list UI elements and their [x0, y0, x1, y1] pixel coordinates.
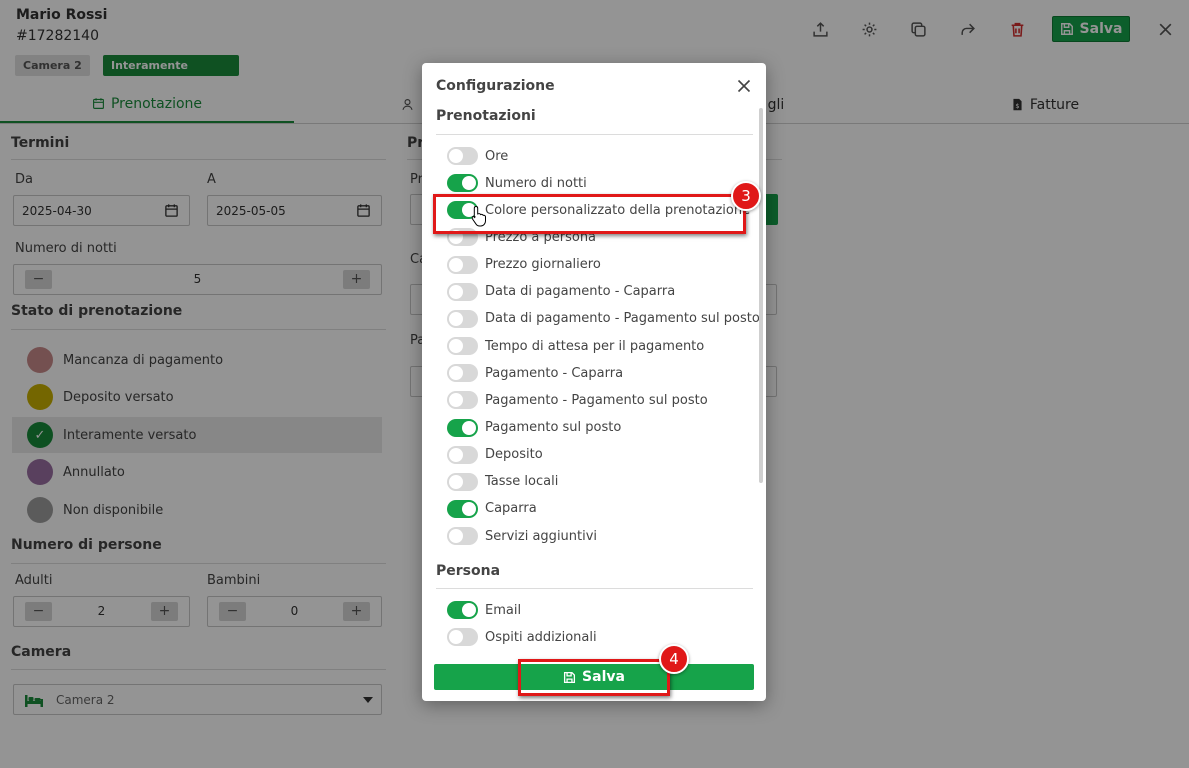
toggle-switch[interactable]	[447, 364, 478, 383]
toggle-switch[interactable]	[447, 472, 478, 491]
toggle-switch[interactable]	[447, 147, 478, 165]
toggle-switch[interactable]	[447, 174, 478, 193]
divider	[436, 588, 753, 589]
divider	[436, 134, 753, 135]
toggle-switch[interactable]	[447, 255, 478, 274]
config-option: Deposito	[447, 445, 543, 465]
toggle-switch[interactable]	[447, 499, 478, 518]
config-option-label: Ore	[485, 148, 509, 164]
config-option-label: Pagamento sul posto	[485, 420, 622, 435]
config-option-label: Tasse locali	[485, 474, 559, 490]
config-option-label: Numero di notti	[485, 175, 587, 191]
step-marker-4: 4	[659, 644, 689, 674]
config-option: Tempo di attesa per il pagamento	[447, 336, 704, 356]
config-option: Ore	[447, 146, 508, 166]
toggle-switch[interactable]	[447, 601, 478, 619]
config-option: Ospiti addizionali	[447, 627, 597, 647]
config-option: Caparra	[447, 499, 537, 519]
config-option: Tasse locali	[447, 472, 558, 492]
toggle-switch[interactable]	[447, 628, 478, 646]
config-option-label: Tempo di attesa per il pagamento	[485, 338, 705, 354]
config-option-label: Deposito	[485, 447, 543, 463]
config-option: Pagamento sul posto	[447, 418, 621, 438]
toggle-switch[interactable]	[447, 282, 478, 301]
section-person-title: Persona	[436, 563, 501, 579]
toggle-switch[interactable]	[447, 527, 478, 546]
configuration-dialog: Configurazione Prenotazioni Ore Numero di…	[422, 63, 766, 701]
pointer-cursor-icon	[471, 205, 486, 227]
config-option: Data di pagamento - Pagamento sul posto	[447, 309, 760, 329]
close-icon[interactable]	[736, 78, 752, 94]
section-bookings-title: Prenotazioni	[436, 108, 536, 124]
config-option-label: Pagamento - Caparra	[485, 365, 624, 381]
step-marker-3: 3	[731, 181, 761, 211]
scrollbar[interactable]	[759, 108, 763, 483]
config-option-label: Pagamento - Pagamento sul posto	[485, 392, 708, 408]
config-option: Servizi aggiuntivi	[447, 526, 597, 546]
config-option: Pagamento - Pagamento sul posto	[447, 390, 708, 410]
dialog-title: Configurazione	[436, 78, 555, 94]
config-option: Prezzo giornaliero	[447, 255, 601, 275]
toggle-switch[interactable]	[447, 309, 478, 328]
config-option: Pagamento - Caparra	[447, 363, 623, 383]
config-option: Data di pagamento - Caparra	[447, 282, 675, 302]
toggle-switch[interactable]	[447, 418, 478, 437]
config-option: Numero di notti	[447, 173, 587, 193]
toggle-switch[interactable]	[447, 445, 478, 464]
config-option-label: Servizi aggiuntivi	[485, 528, 598, 544]
config-option-label: Prezzo giornaliero	[485, 257, 601, 273]
config-option-label: Email	[485, 602, 522, 618]
toggle-switch[interactable]	[447, 391, 478, 410]
toggle-switch[interactable]	[447, 337, 478, 356]
config-option-label: Caparra	[485, 501, 537, 517]
config-option-label: Ospiti addizionali	[485, 629, 597, 645]
booking-page: Mario Rossi #17282140 Camera 2 Interamen…	[0, 0, 1189, 768]
highlight-box	[518, 659, 670, 696]
config-option-label: Data di pagamento - Caparra	[485, 284, 676, 300]
config-option: Email	[447, 600, 521, 620]
config-option-label: Data di pagamento - Pagamento sul posto	[485, 311, 760, 327]
